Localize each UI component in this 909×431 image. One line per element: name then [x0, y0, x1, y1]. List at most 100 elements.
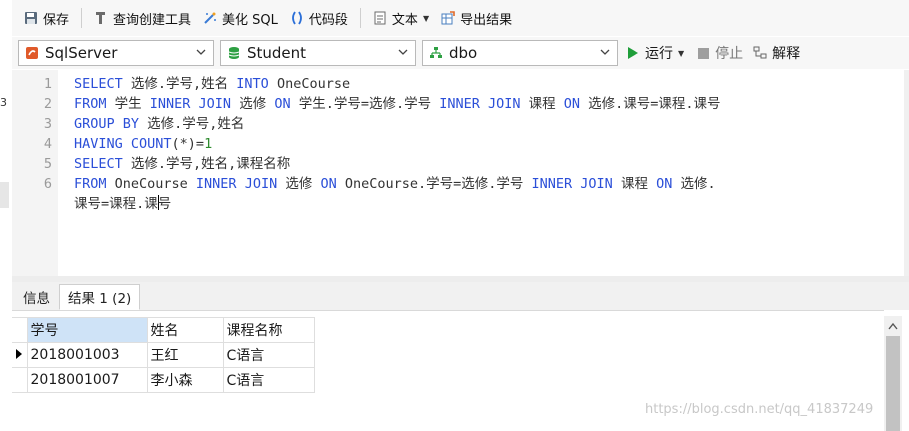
- sql-keyword: INNER JOIN: [439, 96, 521, 112]
- grid-header-row: 学号 姓名 课程名称: [12, 317, 315, 343]
- tab-result-1[interactable]: 结果 1 (2): [59, 284, 141, 310]
- column-header[interactable]: 姓名: [146, 317, 224, 343]
- connection-value: SqlServer: [45, 44, 118, 62]
- save-button[interactable]: 保存: [18, 5, 75, 31]
- chevron-down-icon: [398, 49, 408, 55]
- sql-keyword: HAVING COUNT: [74, 136, 172, 152]
- beautify-sql-label: 美化 SQL: [222, 12, 278, 28]
- row-pointer-icon: [16, 349, 22, 359]
- code-line[interactable]: SELECT 选修.学号,姓名,课程名称: [74, 154, 721, 174]
- sql-text: 课号=课程.课: [74, 196, 158, 212]
- explain-plan-icon: [753, 46, 767, 59]
- table-cell[interactable]: 李小森: [146, 367, 224, 393]
- table-cell[interactable]: 2018001007: [26, 367, 148, 393]
- sql-code[interactable]: SELECT 选修.学号,姓名 INTO OneCourse FROM 学生 IN…: [74, 74, 721, 214]
- column-header[interactable]: 学号: [26, 317, 148, 343]
- stop-label: 停止: [715, 46, 744, 62]
- tab-info[interactable]: 信息: [14, 284, 59, 310]
- query-builder-label: 查询创建工具: [113, 12, 192, 28]
- tab-info-label: 信息: [23, 291, 50, 307]
- sql-keyword: ON: [320, 176, 337, 192]
- query-builder-button[interactable]: 查询创建工具: [88, 5, 197, 31]
- explain-label: 解释: [772, 46, 801, 62]
- stop-button[interactable]: 停止: [698, 43, 743, 63]
- sql-keyword: ON: [563, 96, 581, 112]
- current-row-marker: [12, 342, 28, 368]
- sql-editor[interactable]: 123456 SELECT 选修.学号,姓名 INTO OneCourse FRO…: [12, 70, 904, 276]
- code-line[interactable]: SELECT 选修.学号,姓名 INTO OneCourse: [74, 74, 721, 94]
- explain-button[interactable]: 解释: [753, 43, 800, 63]
- toolbar-separator: [81, 8, 83, 28]
- sql-number: 1: [204, 136, 213, 152]
- floppy-disk-icon: [25, 12, 37, 24]
- connection-select[interactable]: SqlServer: [18, 40, 214, 66]
- play-icon: [628, 47, 638, 59]
- text-menu-label: 文本: [391, 12, 418, 28]
- table-cell[interactable]: C语言: [222, 367, 315, 393]
- dropdown-caret-icon: ▼: [422, 13, 430, 23]
- sql-text: 选修.学号,姓名: [122, 76, 237, 92]
- code-line[interactable]: HAVING COUNT(*)=1: [74, 134, 721, 154]
- schema-select[interactable]: dbo: [422, 40, 618, 66]
- export-table-icon: [441, 11, 455, 25]
- stop-icon: [698, 47, 710, 59]
- sql-keyword: INTO: [236, 76, 269, 92]
- sql-text: 选修.学号,姓名: [139, 116, 245, 132]
- sql-text: 选修.学号,姓名,课程名称: [122, 156, 291, 172]
- run-button[interactable]: 运行 ▼: [628, 43, 684, 63]
- line-number-gutter: 1 2 3 4 5 6: [12, 70, 58, 276]
- export-result-button[interactable]: 导出结果: [435, 5, 518, 31]
- scrollbar-thumb[interactable]: [886, 336, 900, 431]
- document-icon: [374, 11, 386, 25]
- magic-wand-icon: [204, 12, 217, 24]
- table-cell[interactable]: 2018001003: [26, 342, 148, 368]
- table-cell[interactable]: C语言: [222, 342, 315, 368]
- table-row[interactable]: 2018001007 李小森 C语言: [12, 367, 315, 393]
- query-builder-icon: [96, 12, 106, 24]
- database-icon: [228, 47, 240, 59]
- parentheses-icon: [292, 11, 302, 25]
- database-select[interactable]: Student: [220, 40, 416, 66]
- line-number: 5: [43, 156, 52, 172]
- sqlserver-connection-icon: [26, 47, 38, 59]
- sql-text: (*)=: [171, 136, 205, 152]
- left-window-edge: 3: [0, 0, 12, 431]
- dropdown-caret-icon: ▼: [678, 48, 685, 58]
- scroll-up-arrow-icon[interactable]: [888, 322, 898, 330]
- edge-block: [0, 182, 9, 208]
- code-line[interactable]: GROUP BY 选修.学号,姓名: [74, 114, 721, 134]
- code-line[interactable]: FROM OneCourse INNER JOIN 选修 ON OneCours…: [74, 174, 721, 194]
- schema-value: dbo: [449, 44, 478, 62]
- code-line[interactable]: 课号=课程.课号: [74, 194, 721, 214]
- table-row[interactable]: 2018001003 王红 C语言: [12, 342, 315, 368]
- column-header[interactable]: 课程名称: [222, 317, 315, 343]
- beautify-sql-button[interactable]: 美化 SQL: [197, 5, 284, 31]
- table-cell[interactable]: 王红: [146, 342, 224, 368]
- sql-text: 课程: [612, 176, 657, 192]
- sql-text: 课程: [520, 96, 564, 112]
- sql-keyword: FROM: [74, 176, 107, 192]
- line-number: 1: [43, 76, 52, 92]
- code-snippet-label: 代码段: [308, 12, 348, 28]
- sql-keyword: GROUP BY: [74, 116, 140, 132]
- chevron-down-icon: [600, 49, 610, 55]
- sql-text: 学生.学号=选修.学号: [290, 96, 440, 112]
- sql-keyword: ON: [656, 176, 673, 192]
- code-snippet-button[interactable]: 代码段: [284, 5, 354, 31]
- code-line[interactable]: FROM 学生 INNER JOIN 选修 ON 学生.学号=选修.学号 INN…: [74, 94, 721, 114]
- sql-keyword: FROM: [74, 96, 107, 112]
- row-header: [12, 367, 28, 393]
- save-label: 保存: [43, 12, 70, 28]
- text-menu-button[interactable]: 文本 ▼: [367, 5, 435, 31]
- sql-text: 选修: [277, 176, 321, 192]
- sql-text: 选修.课号=课程.课号: [580, 96, 721, 112]
- tab-result-1-label: 结果 1 (2): [68, 291, 132, 307]
- sql-text: 号: [157, 196, 172, 212]
- sql-keyword: INNER JOIN: [195, 176, 278, 192]
- result-tabs: 信息 结果 1 (2): [12, 282, 909, 310]
- sql-text: 学生: [106, 96, 150, 112]
- vertical-scrollbar[interactable]: [884, 316, 902, 431]
- sql-keyword: SELECT: [74, 156, 123, 172]
- line-number: 6: [43, 176, 52, 192]
- sql-keyword: INNER JOIN: [149, 96, 232, 112]
